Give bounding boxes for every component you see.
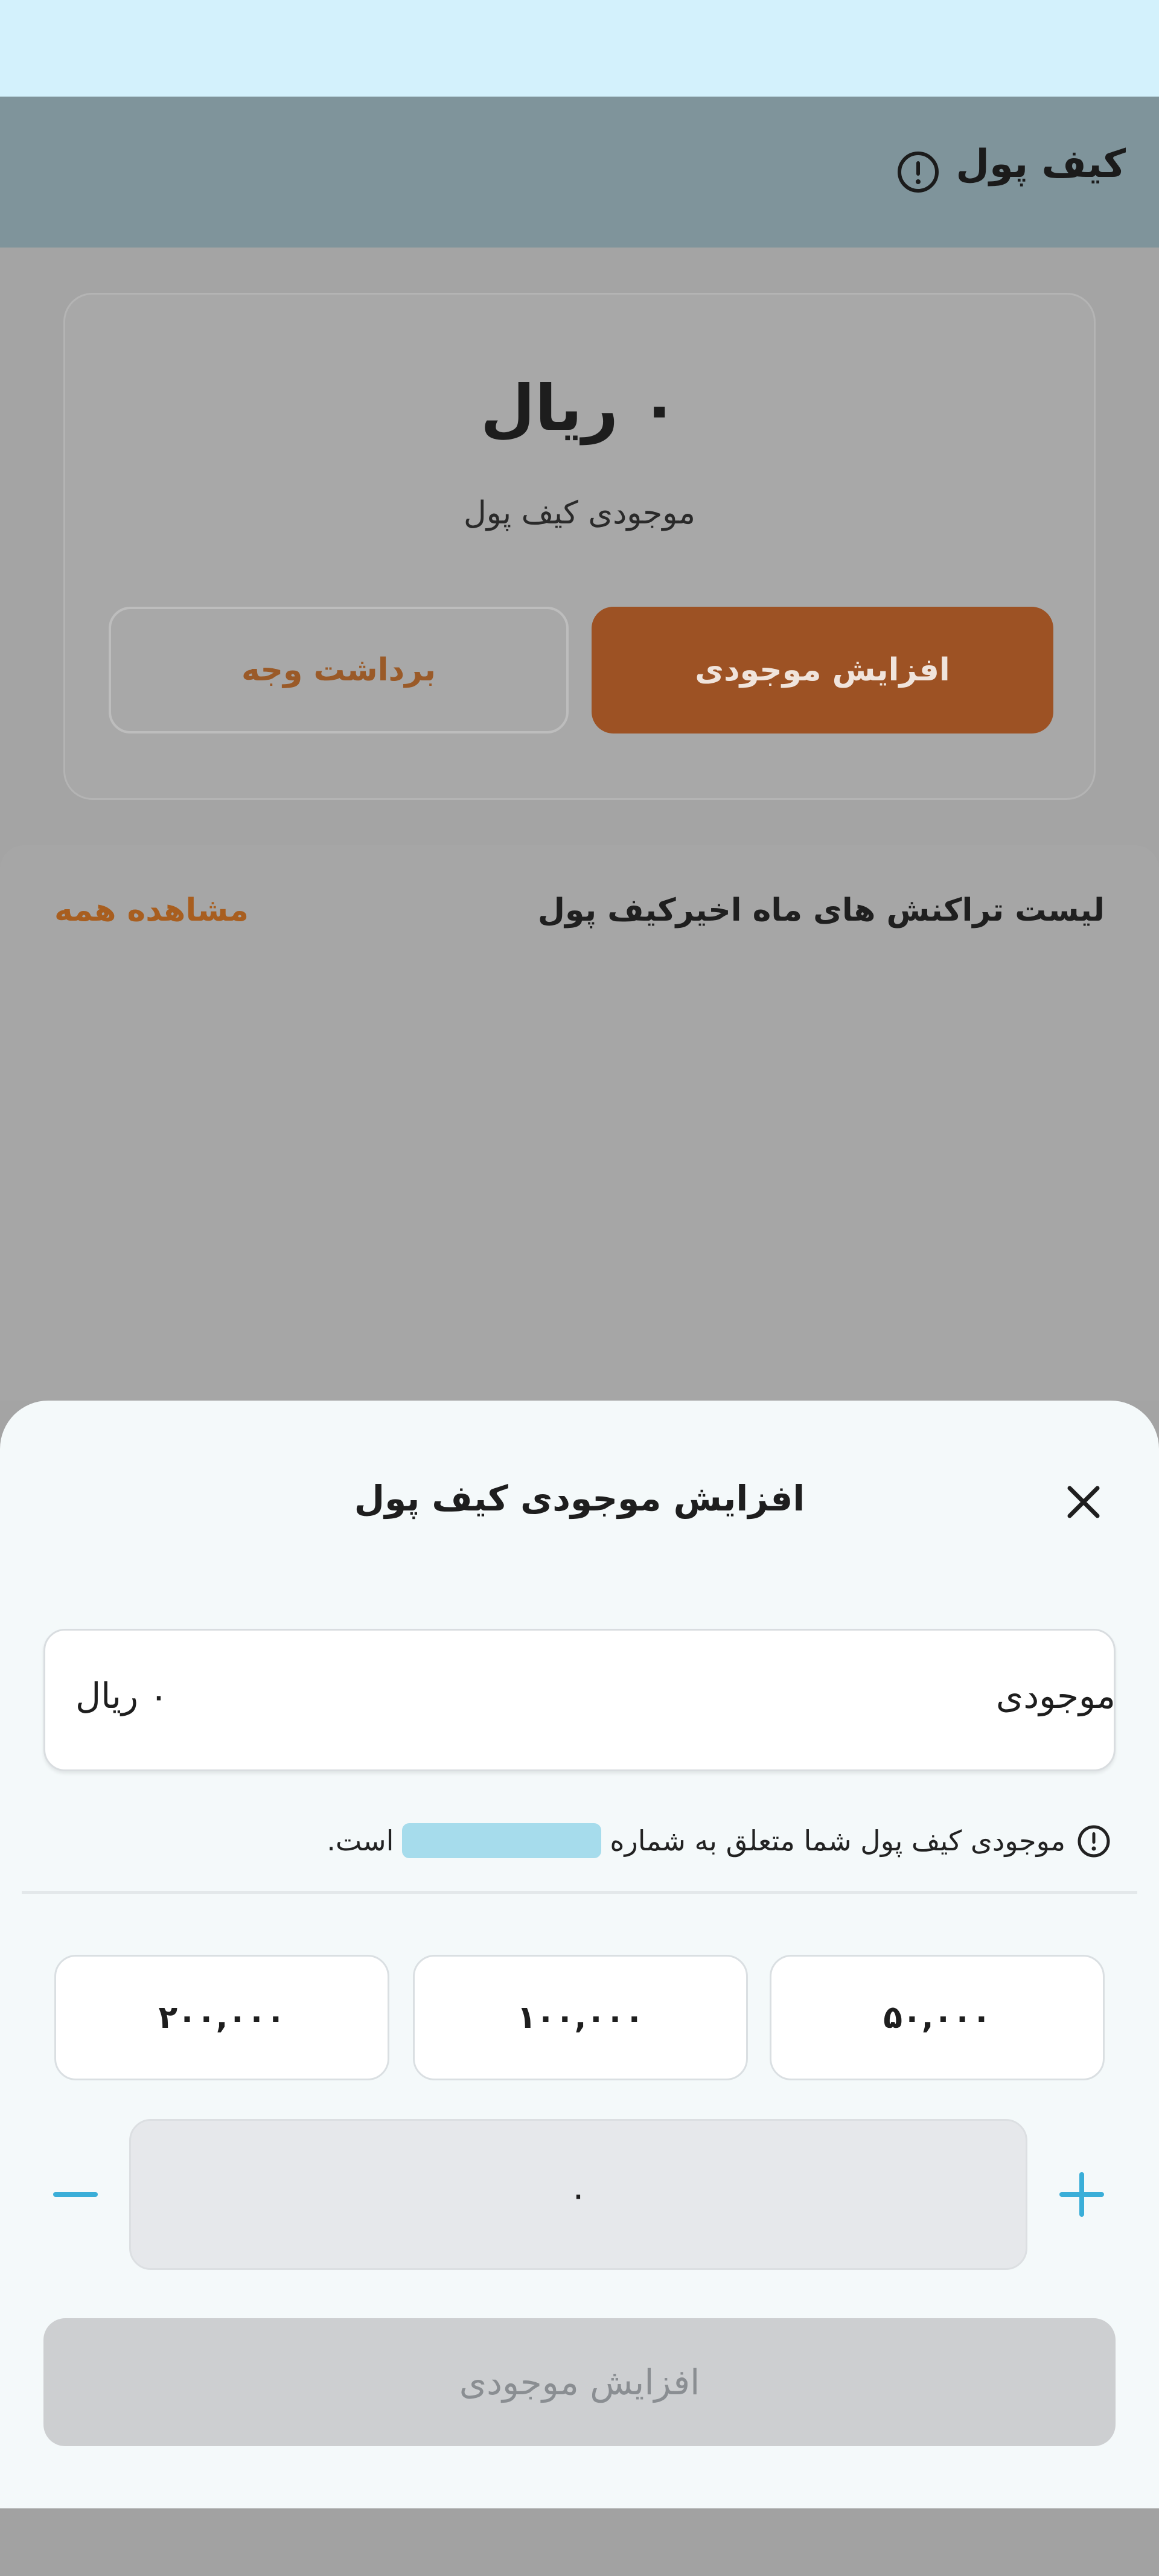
note-text-after: است. (327, 1824, 394, 1857)
preset-amount-button[interactable]: ۱۰۰,۰۰۰ (413, 1955, 748, 2080)
balance-field (43, 1629, 1116, 1771)
minus-icon[interactable] (48, 2167, 103, 2222)
submit-increase-button[interactable]: افزایش موجودی (43, 2318, 1116, 2446)
redacted-phone-number (402, 1823, 602, 1858)
wallet-balance-amount: ۰ ریال (481, 371, 678, 445)
balance-field-value: ۰ ریال (75, 1675, 168, 1716)
preset-amount-button[interactable]: ۵۰,۰۰۰ (770, 1955, 1105, 2080)
wallet-owner-note: موجودی کیف پول شما متعلق به شماره است. (327, 1823, 1065, 1858)
status-bar (0, 0, 1159, 97)
page-title: کیف پول (956, 142, 1126, 187)
close-icon[interactable] (1062, 1481, 1105, 1523)
divider (22, 1891, 1137, 1894)
preset-amount-button[interactable]: ۲۰۰,۰۰۰ (54, 1955, 389, 2080)
transactions-panel (0, 845, 1159, 1401)
note-text-before: موجودی کیف پول شما متعلق به شماره (610, 1824, 1065, 1857)
plus-icon[interactable] (1055, 2167, 1109, 2222)
sheet-bottom-strip (0, 2508, 1159, 2576)
wallet-balance-label: موجودی کیف پول (463, 495, 696, 531)
amount-input[interactable]: ۰ (129, 2119, 1027, 2270)
transactions-title: لیست تراکنش های ماه اخیرکیف پول (537, 892, 1105, 928)
sheet-title: افزایش موجودی کیف پول (354, 1478, 805, 1519)
increase-balance-button[interactable]: افزایش موجودی (592, 607, 1053, 733)
view-all-link[interactable]: مشاهده همه (54, 892, 249, 928)
withdraw-button[interactable]: برداشت وجه (109, 607, 569, 733)
balance-field-label: موجودی (995, 1675, 1116, 1716)
info-circle-icon[interactable] (895, 149, 941, 195)
info-circle-icon (1078, 1825, 1110, 1858)
